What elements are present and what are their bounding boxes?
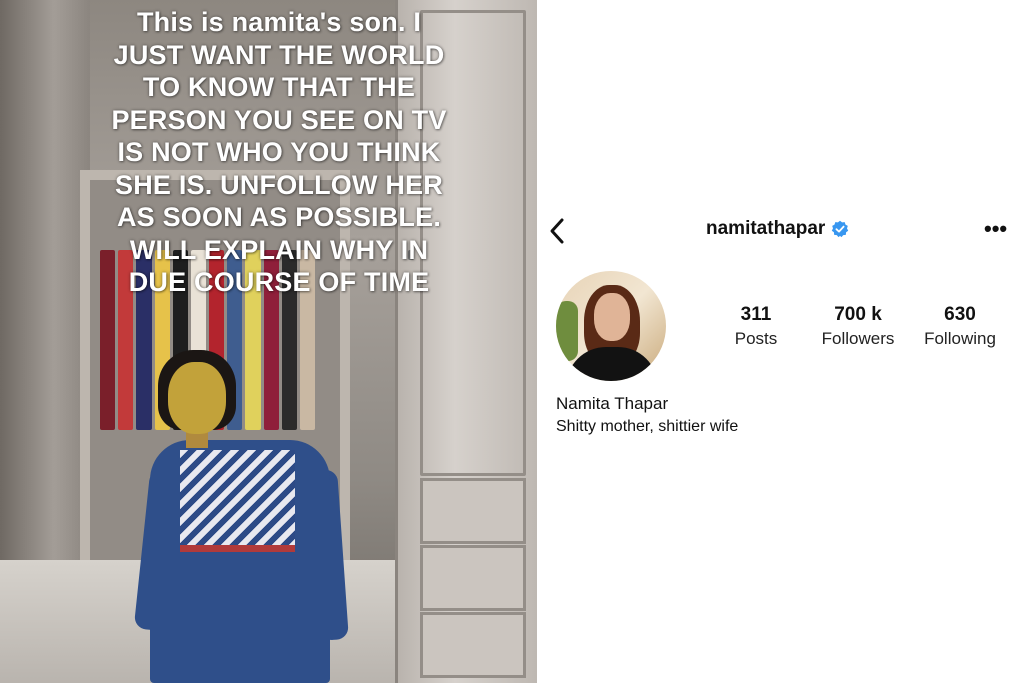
bio: Shitty mother, shittier wife [556,418,739,435]
chevron-left-icon [550,218,564,244]
verified-badge-icon [832,220,849,238]
story-photo: This is namita's son. I JUST WANT THE WO… [0,0,537,683]
story-caption-line: SHE IS. UNFOLLOW HER [115,169,443,200]
stat-value: 311 [740,304,772,325]
stat-followers[interactable]: 700 k Followers [816,304,900,349]
back-button[interactable] [546,216,570,246]
stat-label: Followers [821,329,895,348]
story-caption-line: TO KNOW THAT THE [142,72,416,102]
stat-value: 700 k [834,304,882,325]
stat-value: 630 [944,304,976,325]
story-caption-line: IS NOT WHO YOU THINK [117,137,441,167]
more-options-button[interactable]: ••• [984,218,1010,242]
display-name: Namita Thapar [556,394,669,413]
stat-label: Posts [734,329,778,348]
stat-following[interactable]: 630 Following [918,304,1002,349]
story-caption-line: WILL EXPLAIN WHY IN [129,234,429,265]
username: namitathapar [706,218,826,239]
story-caption-line: AS SOON AS POSSIBLE. [116,202,442,232]
profile-panel: namitathapar ••• 311 Posts 700 k Followe… [540,0,1024,683]
profile-stats: 311 Posts 700 k Followers 630 Following [540,304,1024,354]
more-horizontal-icon: ••• [984,216,1008,241]
woman-figure [133,350,349,683]
story-caption: This is namita's son. I JUST WANT THE WO… [64,6,494,299]
story-caption-line: PERSON YOU SEE ON TV [111,104,447,135]
story-caption-line: JUST WANT THE WORLD [113,39,445,70]
profile-header: namitathapar [706,218,849,240]
stat-posts[interactable]: 311 Posts [730,304,782,349]
stat-label: Following [924,329,996,348]
story-caption-line: This is namita's son. I [136,7,422,37]
story-caption-line: DUE COURSE OF TIME [128,267,430,297]
